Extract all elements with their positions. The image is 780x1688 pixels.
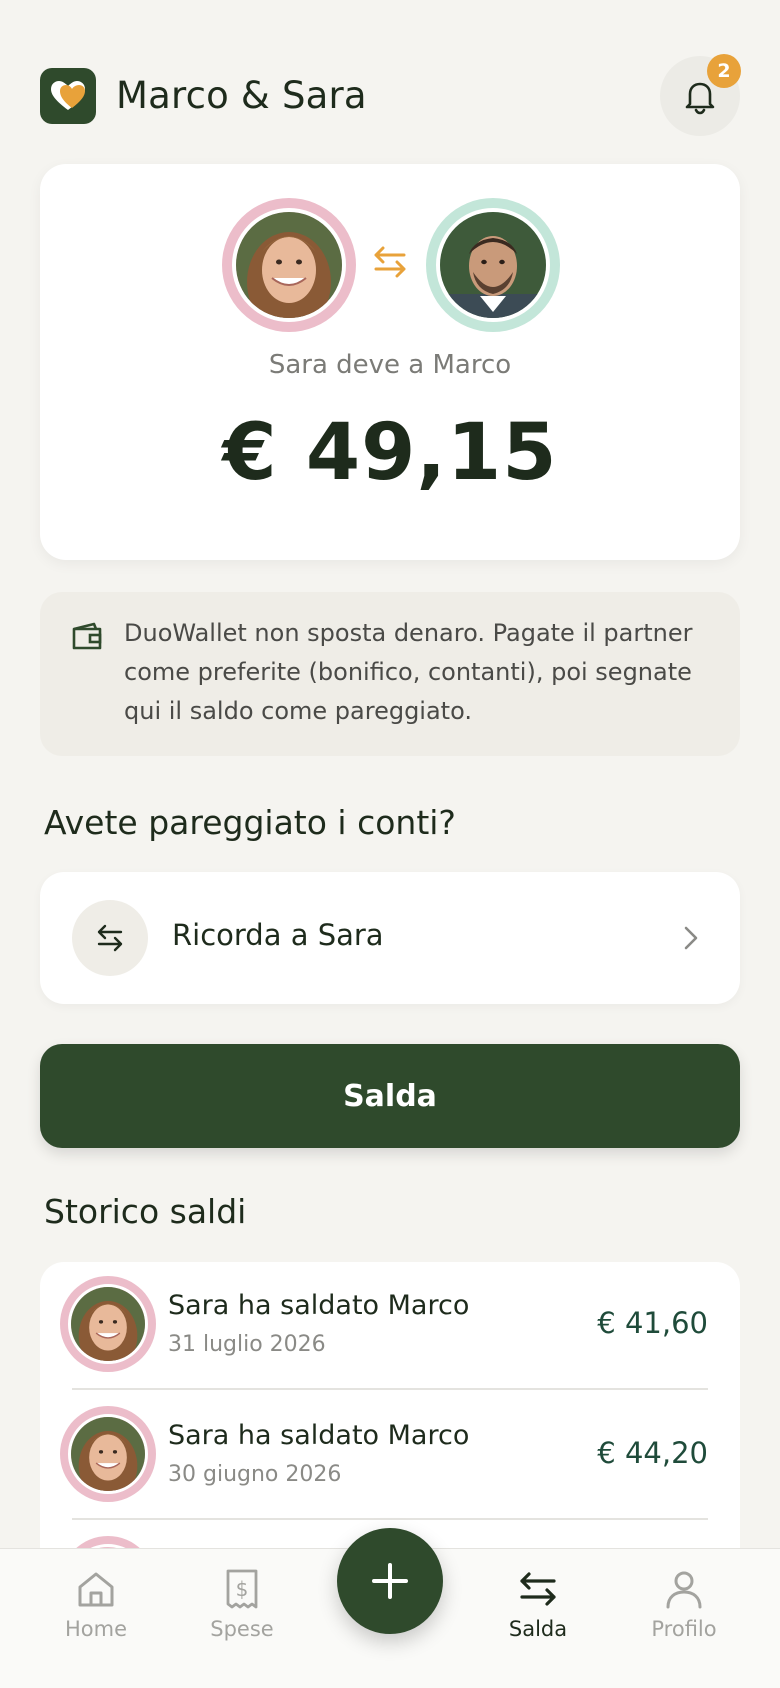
svg-text:$: $ [236, 1577, 249, 1601]
home-icon [78, 1572, 114, 1607]
avatar-sara [60, 1406, 156, 1502]
section-title-settle: Avete pareggiato i conti? [44, 803, 456, 842]
swap-arrows-icon [97, 924, 123, 952]
heart-icon [51, 81, 85, 110]
balance-card: Sara deve a Marco € 49,15 [40, 164, 740, 560]
avatar-sara [60, 1276, 156, 1372]
section-title-history: Storico saldi [44, 1192, 247, 1231]
nav-label: Profilo [651, 1617, 717, 1641]
balance-caption: Sara deve a Marco [268, 350, 512, 380]
divider [72, 1388, 708, 1390]
avatar-photo [68, 1284, 148, 1364]
swap-arrows-icon [520, 1572, 556, 1606]
history-title: Sara ha saldato Marco [168, 1420, 470, 1451]
nav-item-home[interactable]: Home [26, 1567, 166, 1641]
balance-amount: € 49,15 [222, 408, 558, 498]
header: Marco & Sara 2 [40, 54, 741, 152]
notifications-button[interactable]: 2 [660, 54, 741, 136]
info-box: DuoWallet non sposta denaro. Pagate il p… [40, 592, 740, 756]
nav-item-profilo[interactable]: Profilo [614, 1567, 754, 1641]
info-text: DuoWallet non sposta denaro. Pagate il p… [124, 619, 693, 725]
chevron-right-icon [684, 926, 698, 950]
avatar-photo [68, 1414, 148, 1494]
nav-item-salda[interactable]: Salda [468, 1567, 608, 1641]
remind-label: Ricorda a Sara [172, 918, 384, 952]
history-date: 30 giugno 2026 [168, 1462, 342, 1487]
avatar-photo [232, 208, 346, 322]
history-date: 31 luglio 2026 [168, 1332, 326, 1357]
history-amount: € 41,60 [597, 1306, 708, 1340]
app-logo [40, 68, 96, 124]
avatar-photo [436, 208, 550, 322]
nav-label: Salda [508, 1617, 568, 1641]
receipt-icon: $ [226, 1569, 258, 1609]
history-title: Sara ha saldato Marco [168, 1290, 470, 1321]
page-title: Marco & Sara [116, 74, 367, 117]
nav-label: Spese [210, 1617, 274, 1641]
history-amount: € 44,20 [597, 1436, 708, 1470]
divider [72, 1518, 708, 1520]
history-row[interactable]: Sara ha saldato Marco 30 giugno 2026 € 4… [40, 1392, 740, 1520]
settle-button[interactable]: Salda [40, 1044, 740, 1148]
wallet-icon [72, 622, 102, 650]
swap-arrows-icon [374, 246, 406, 278]
add-expense-button[interactable] [337, 1528, 443, 1634]
notification-badge: 2 [707, 54, 741, 88]
nav-label: Home [64, 1617, 127, 1641]
plus-icon [372, 1563, 408, 1599]
nav-item-spese[interactable]: $ Spese [172, 1567, 312, 1641]
avatar-marco [426, 198, 560, 332]
remind-icon-circle [72, 900, 148, 976]
remind-button[interactable]: Ricorda a Sara [40, 872, 740, 1004]
avatar-sara [222, 198, 356, 332]
user-icon [666, 1571, 702, 1609]
history-row[interactable]: Sara ha saldato Marco 31 luglio 2026 € 4… [40, 1262, 740, 1390]
